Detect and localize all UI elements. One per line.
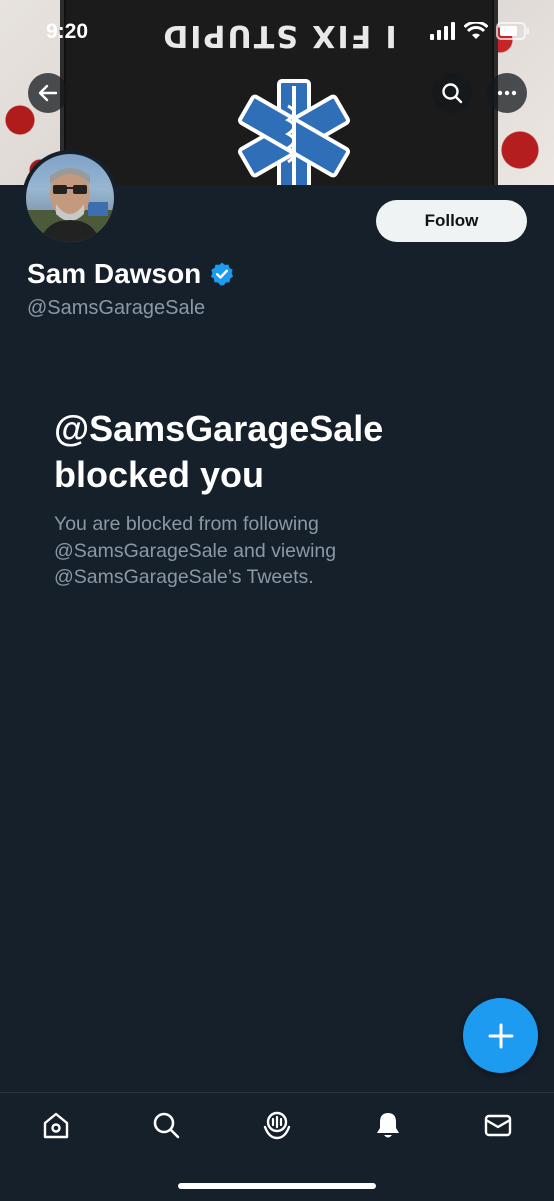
spaces-icon: [263, 1111, 291, 1140]
plus-icon: [488, 1023, 513, 1048]
star-of-life-icon: [237, 79, 351, 185]
search-button[interactable]: [432, 73, 472, 113]
avatar[interactable]: [22, 150, 118, 246]
battery-icon: [496, 22, 529, 40]
nav-spaces[interactable]: [257, 1105, 297, 1145]
arrow-left-icon: [38, 84, 58, 102]
bell-icon: [377, 1113, 399, 1138]
status-time: 9:20: [46, 20, 89, 43]
avatar-photo: [26, 168, 114, 242]
display-name: Sam Dawson: [27, 258, 202, 289]
blocked-title: @SamsGarageSale blocked you: [54, 406, 514, 498]
search-icon: [442, 83, 463, 104]
nav-notifications[interactable]: [368, 1105, 408, 1145]
avatar-image: [26, 154, 114, 242]
nav-messages[interactable]: [478, 1105, 518, 1145]
back-button[interactable]: [28, 73, 68, 113]
verified-badge-icon[interactable]: [209, 261, 235, 287]
nav-home[interactable]: [36, 1105, 76, 1145]
search-icon: [153, 1112, 180, 1139]
compose-tweet-button[interactable]: [463, 998, 538, 1073]
profile-name-row: Sam Dawson: [27, 258, 235, 290]
more-icon: [497, 90, 517, 96]
signal-icon: [430, 22, 455, 40]
home-indicator[interactable]: [178, 1183, 376, 1189]
more-button[interactable]: [487, 73, 527, 113]
nav-search[interactable]: [146, 1105, 186, 1145]
blocked-title-line1: @SamsGarageSale: [54, 408, 384, 449]
status-bar: 9:20: [0, 0, 554, 62]
mail-icon: [484, 1114, 512, 1137]
wifi-icon: [464, 22, 488, 39]
status-icons: [430, 22, 530, 40]
follow-button[interactable]: Follow: [376, 200, 527, 242]
blocked-title-line2: blocked you: [54, 454, 265, 495]
blocked-description: You are blocked from following @SamsGara…: [54, 513, 337, 588]
home-icon: [43, 1112, 69, 1139]
profile-handle: @SamsGarageSale: [27, 297, 206, 319]
